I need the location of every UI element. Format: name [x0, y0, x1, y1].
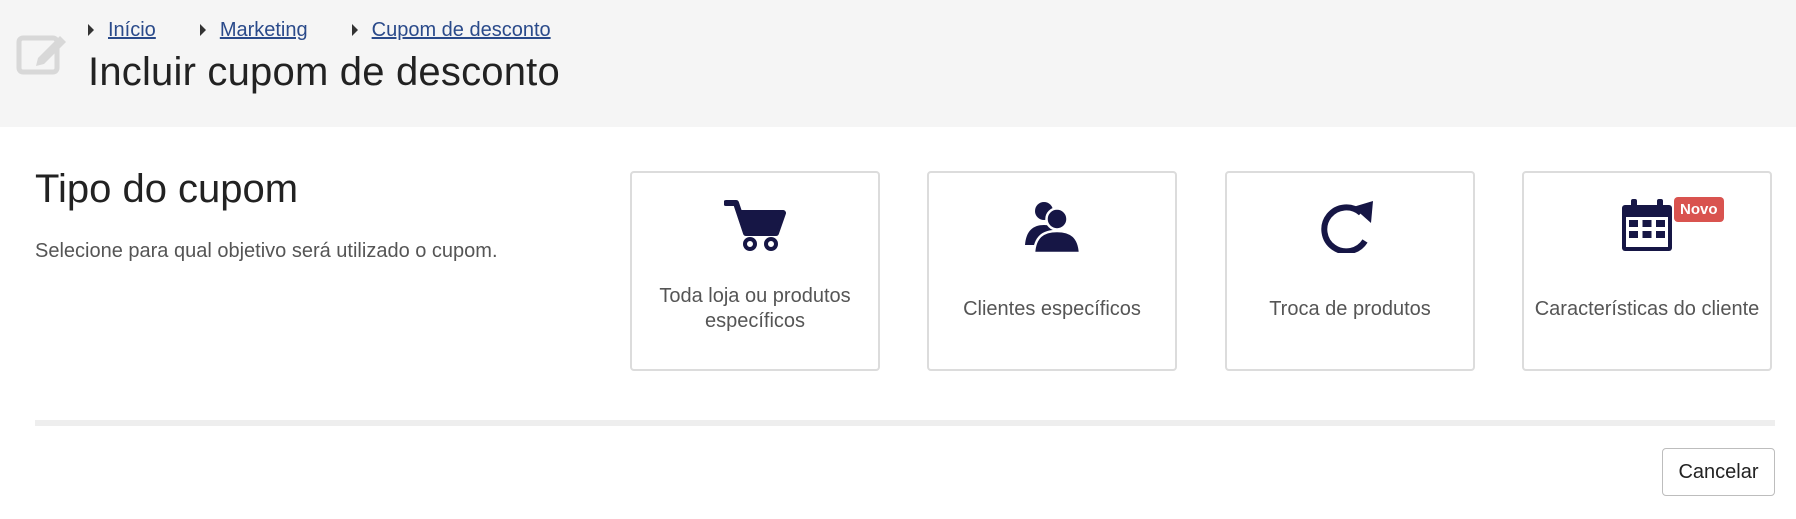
cancel-button[interactable]: Cancelar — [1662, 448, 1775, 496]
breadcrumb-link-cupom[interactable]: Cupom de desconto — [372, 19, 551, 42]
breadcrumb-link-inicio[interactable]: Início — [108, 19, 156, 42]
card-label: Troca de produtos — [1269, 297, 1431, 320]
refresh-icon — [1321, 201, 1373, 253]
users-icon — [1025, 202, 1082, 253]
cart-icon — [724, 200, 786, 251]
new-badge: Novo — [1674, 197, 1724, 222]
card-label: Características do cliente — [1534, 297, 1760, 320]
coupon-type-card-clients[interactable]: Clientes específicos — [927, 171, 1177, 371]
section-divider — [35, 420, 1775, 426]
page-header: Início Marketing Cupom de desconto Inclu… — [0, 0, 1796, 127]
breadcrumb: Início Marketing Cupom de desconto — [88, 16, 595, 44]
breadcrumb-item-inicio: Início — [88, 19, 156, 42]
breadcrumb-link-marketing[interactable]: Marketing — [220, 19, 308, 42]
coupon-type-card-exchange[interactable]: Troca de produtos — [1225, 171, 1475, 371]
breadcrumb-item-cupom: Cupom de desconto — [351, 19, 551, 42]
card-label: Toda loja ou produtos específicos — [659, 285, 851, 332]
coupon-type-card-store[interactable]: Toda loja ou produtos específicos — [630, 171, 880, 371]
caret-right-icon — [351, 24, 358, 36]
calendar-icon — [1622, 199, 1672, 251]
coupon-type-card-characteristics[interactable]: Novo Características do cliente — [1522, 171, 1772, 371]
caret-right-icon — [199, 24, 206, 36]
section-title: Tipo do cupom — [35, 167, 299, 211]
page-title: Incluir cupom de desconto — [88, 50, 560, 94]
caret-right-icon — [88, 24, 94, 36]
edit-icon — [16, 35, 66, 75]
section-description: Selecione para qual objetivo será utiliz… — [35, 240, 498, 262]
card-label: Clientes específicos — [963, 297, 1141, 320]
breadcrumb-item-marketing: Marketing — [199, 19, 308, 42]
